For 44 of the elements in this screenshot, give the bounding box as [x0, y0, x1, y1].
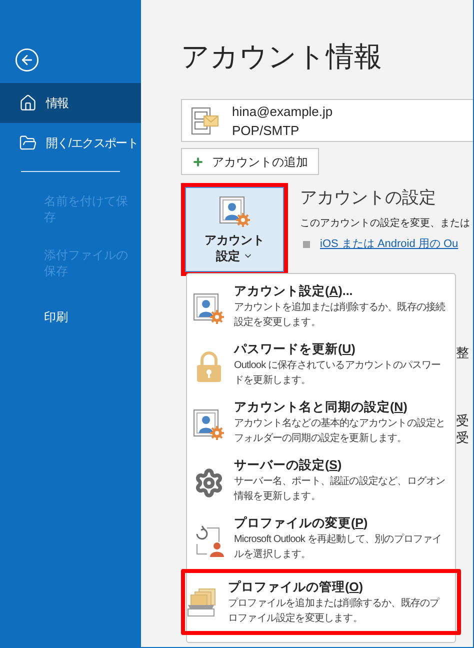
- menu-item-title: サーバーの設定(S): [234, 457, 343, 474]
- sidebar-item[interactable]: 印刷: [0, 290, 141, 344]
- page-title: アカウント情報: [181, 40, 383, 74]
- menu-item-description: プロファイルを追加または削除するか、既存のプロファイル設定を変更します。: [228, 596, 441, 626]
- plus-icon: [192, 156, 204, 168]
- back-button[interactable]: [13, 46, 40, 73]
- account-email: hina@example.jp: [232, 102, 333, 120]
- settings-icon: [194, 468, 224, 498]
- menu-item[interactable]: パスワードを更新(U) Outlook に保存されているアカウントのパスワードを更新します。: [187, 338, 455, 396]
- folder-icon: [19, 134, 37, 152]
- menu-item-title: アカウント設定(A)...: [234, 283, 354, 300]
- menu-item-title: プロファイルの変更(P): [234, 515, 369, 532]
- partial-text: 受: [456, 429, 470, 446]
- mobile-app-link[interactable]: iOS または Android 用の Ou: [320, 236, 458, 252]
- partial-text: 受: [456, 412, 470, 429]
- menu-item[interactable]: アカウント設定(A)... アカウントを追加または削除するか、既存の接続設定を変更します。: [187, 280, 455, 338]
- lock-icon: [195, 350, 223, 382]
- menu-item[interactable]: プロファイルの管理(O) プロファイルを追加または削除するか、既存のプロファイル設定を変更します。: [181, 569, 461, 635]
- sidebar-item[interactable]: 情報: [0, 83, 141, 123]
- mailbox-icon: [190, 106, 220, 136]
- menu-item-description: アカウント名などの基本的なアカウントの設定とフォルダーの同期の設定を更新します。: [234, 416, 446, 446]
- account-settings-button[interactable]: アカウント 設定: [181, 183, 288, 276]
- account-settings-icon: [218, 196, 250, 228]
- add-account-button[interactable]: アカウントの追加: [181, 148, 319, 175]
- menu-item-description: Outlook に保存されているアカウントのパスワードを更新します。: [234, 359, 442, 388]
- section-heading: アカウントの設定: [300, 187, 437, 209]
- menu-item[interactable]: アカウント名と同期の設定(N) アカウント名などの基本的なアカウントの設定とフォルダーの同期の設定を更新します。: [187, 396, 455, 454]
- bullet-icon: [303, 240, 310, 248]
- menu-item-description: アカウントを追加または削除するか、既存の接続設定を変更します。: [234, 300, 446, 330]
- menu-item-title: プロファイルの管理(O): [228, 579, 364, 596]
- account-settings-icon: [193, 408, 225, 440]
- account-selector[interactable]: hina@example.jp POP/SMTP: [181, 99, 473, 142]
- menu-item-description: サーバー名、ポート、認証の設定など、ログオン情報を更新します。: [234, 474, 446, 504]
- account-type: POP/SMTP: [232, 122, 300, 140]
- menu-item[interactable]: サーバーの設定(S) サーバー名、ポート、認証の設定など、ログオン情報を更新します。: [187, 454, 455, 512]
- menu-item-description: Microsoft Outlook を再起動して、別のプロファイルを選択します。: [234, 532, 443, 562]
- menu-item-title: アカウント名と同期の設定(N): [234, 399, 408, 416]
- section-description: このアカウントの設定を変更、または: [300, 217, 470, 231]
- partial-text: 整: [456, 344, 470, 361]
- menu-item[interactable]: プロファイルの変更(P) Microsoft Outlook を再起動して、別のプロファイルを選択します。: [187, 512, 455, 570]
- sidebar-item[interactable]: 開く/エクスポート: [0, 123, 141, 163]
- home-icon: [19, 94, 37, 112]
- menu-item-title: パスワードを更新(U): [234, 341, 356, 358]
- account-settings-icon: [193, 292, 225, 324]
